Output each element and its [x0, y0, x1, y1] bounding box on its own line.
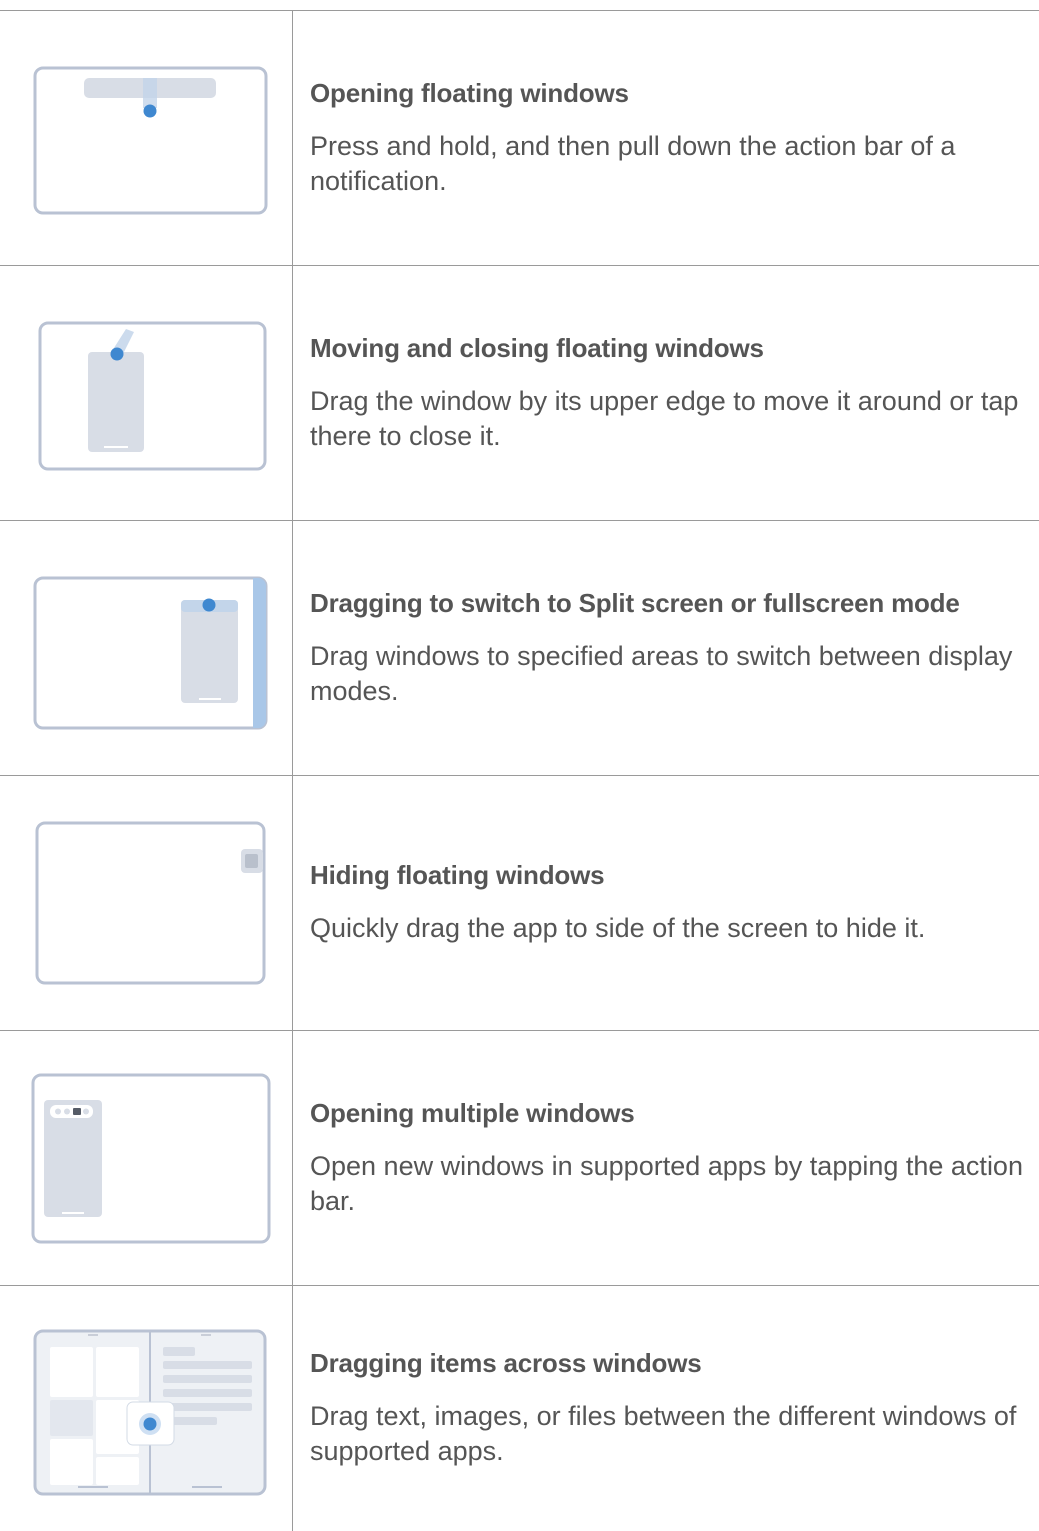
illustration-cell [0, 1286, 293, 1531]
row-description: Drag text, images, or files between the … [310, 1401, 1017, 1466]
feature-table: Opening floating windows Press and hold,… [0, 10, 1039, 1531]
row-title: Opening floating windows [310, 77, 629, 108]
text-cell: Dragging to switch to Split screen or fu… [310, 521, 1029, 775]
split-screen-drag-icon [33, 576, 268, 730]
row-description: Drag windows to specified areas to switc… [310, 640, 1013, 706]
illustration-cell [0, 521, 293, 775]
table-row: Moving and closing floating windows Drag… [0, 266, 1039, 521]
multiple-windows-icon [31, 1073, 271, 1244]
row-title: Hiding floating windows [310, 860, 605, 890]
illustration-cell [0, 266, 293, 520]
illustration-cell [0, 776, 293, 1030]
row-description: Open new windows in supported apps by ta… [310, 1150, 1023, 1216]
drag-items-across-windows-icon [33, 1329, 267, 1496]
row-title: Opening multiple windows [310, 1097, 635, 1128]
illustration-cell [0, 11, 293, 265]
row-title: Moving and closing floating windows [310, 332, 764, 363]
text-cell: Dragging items across windows Drag text,… [310, 1286, 1029, 1531]
row-title: Dragging to switch to Split screen or fu… [310, 587, 960, 618]
text-cell: Hiding floating windows Quickly drag the… [310, 776, 1029, 1030]
row-description: Press and hold, and then pull down the a… [310, 130, 956, 196]
pull-down-notification-icon [33, 66, 268, 215]
row-description: Drag the window by its upper edge to mov… [310, 385, 1019, 451]
table-row: Opening floating windows Press and hold,… [0, 11, 1039, 266]
text-cell: Opening floating windows Press and hold,… [310, 11, 1029, 265]
text-cell: Moving and closing floating windows Drag… [310, 266, 1029, 520]
illustration-cell [0, 1031, 293, 1285]
hide-window-icon [35, 821, 266, 985]
table-row: Hiding floating windows Quickly drag the… [0, 776, 1039, 1031]
row-title: Dragging items across windows [310, 1348, 702, 1378]
table-row: Dragging to switch to Split screen or fu… [0, 521, 1039, 776]
move-floating-window-icon [38, 321, 267, 471]
table-row: Dragging items across windows Drag text,… [0, 1286, 1039, 1531]
row-description: Quickly drag the app to side of the scre… [310, 913, 926, 943]
table-row: Opening multiple windows Open new window… [0, 1031, 1039, 1286]
text-cell: Opening multiple windows Open new window… [310, 1031, 1029, 1285]
